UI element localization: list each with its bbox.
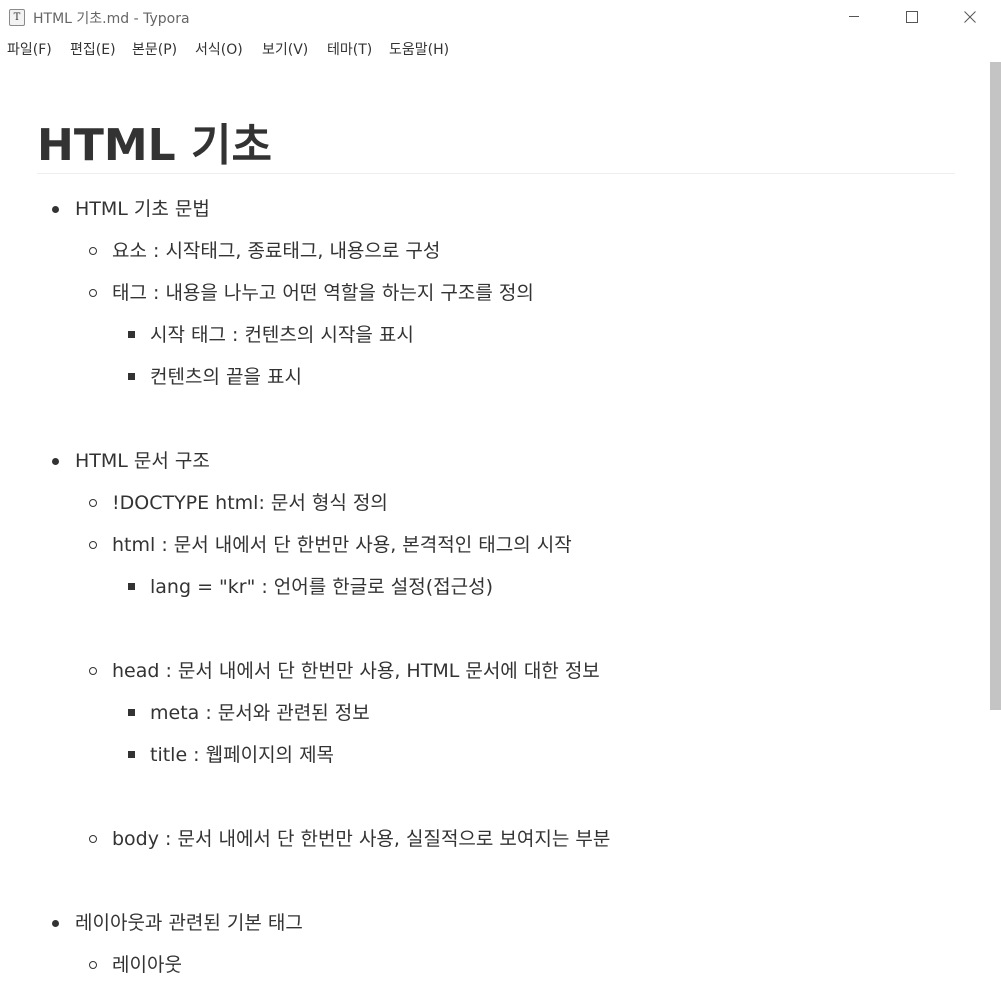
list-item[interactable]: 시작 태그 : 컨텐츠의 시작을 표시 [150,322,414,348]
typora-window: T HTML 기초.md - Typora 파일(F) 편집(E) 본문(P) … [0,0,1001,981]
list-item[interactable]: body : 문서 내에서 단 한번만 사용, 실질적으로 보여지는 부분 [112,826,610,852]
heading-divider [37,173,955,174]
bullet-circle [89,247,97,255]
bullet-disc [52,458,59,465]
bullet-square [128,751,135,758]
menu-help[interactable]: 도움말(H) [389,39,449,59]
bullet-disc [52,206,59,213]
menu-theme[interactable]: 테마(T) [327,39,372,59]
list-item[interactable]: title : 웹페이지의 제목 [150,742,334,768]
bullet-square [128,709,135,716]
list-item[interactable]: HTML 기초 문법 [75,196,210,222]
list-item[interactable]: 레이아웃 [112,952,182,978]
list-item[interactable]: html : 문서 내에서 단 한번만 사용, 본격적인 태그의 시작 [112,532,572,558]
menu-view[interactable]: 보기(V) [262,39,308,59]
scrollbar-thumb[interactable] [990,62,1001,710]
bullet-circle [89,961,97,969]
minimize-icon [849,16,859,17]
minimize-button[interactable] [825,0,883,34]
close-icon [964,11,976,23]
list-item[interactable]: 요소 : 시작태그, 종료태그, 내용으로 구성 [112,238,440,264]
maximize-icon [906,11,918,23]
bullet-circle [89,541,97,549]
menu-edit[interactable]: 편집(E) [70,39,116,59]
bullet-circle [89,289,97,297]
document-heading[interactable]: HTML 기초 [37,116,272,176]
bullet-square [128,331,135,338]
bullet-square [128,583,135,590]
bullet-circle [89,835,97,843]
bullet-disc [52,920,59,927]
typora-app-icon: T [9,9,25,26]
bullet-square [128,373,135,380]
menu-bar: 파일(F) 편집(E) 본문(P) 서식(O) 보기(V) 테마(T) 도움말(… [0,34,1001,62]
list-item[interactable]: lang = "kr" : 언어를 한글로 설정(접근성) [150,574,493,600]
maximize-button[interactable] [883,0,941,34]
list-item[interactable]: 컨텐츠의 끝을 표시 [150,364,302,390]
list-item[interactable]: 태그 : 내용을 나누고 어떤 역할을 하는지 구조를 정의 [112,280,534,306]
menu-file[interactable]: 파일(F) [7,39,52,59]
bullet-circle [89,667,97,675]
editor-content[interactable]: HTML 기초 HTML 기초 문법 요소 : 시작태그, 종료태그, 내용으로… [0,62,990,981]
close-button[interactable] [941,0,999,34]
list-item[interactable]: head : 문서 내에서 단 한번만 사용, HTML 문서에 대한 정보 [112,658,600,684]
menu-format[interactable]: 서식(O) [195,39,243,59]
title-bar: T HTML 기초.md - Typora [0,0,1001,34]
list-item[interactable]: !DOCTYPE html: 문서 형식 정의 [112,490,388,516]
list-item[interactable]: 레이아웃과 관련된 기본 태그 [75,910,303,936]
bullet-circle [89,499,97,507]
list-item[interactable]: meta : 문서와 관련된 정보 [150,700,370,726]
window-title: HTML 기초.md - Typora [33,11,190,27]
menu-paragraph[interactable]: 본문(P) [132,39,177,59]
list-item[interactable]: HTML 문서 구조 [75,448,210,474]
